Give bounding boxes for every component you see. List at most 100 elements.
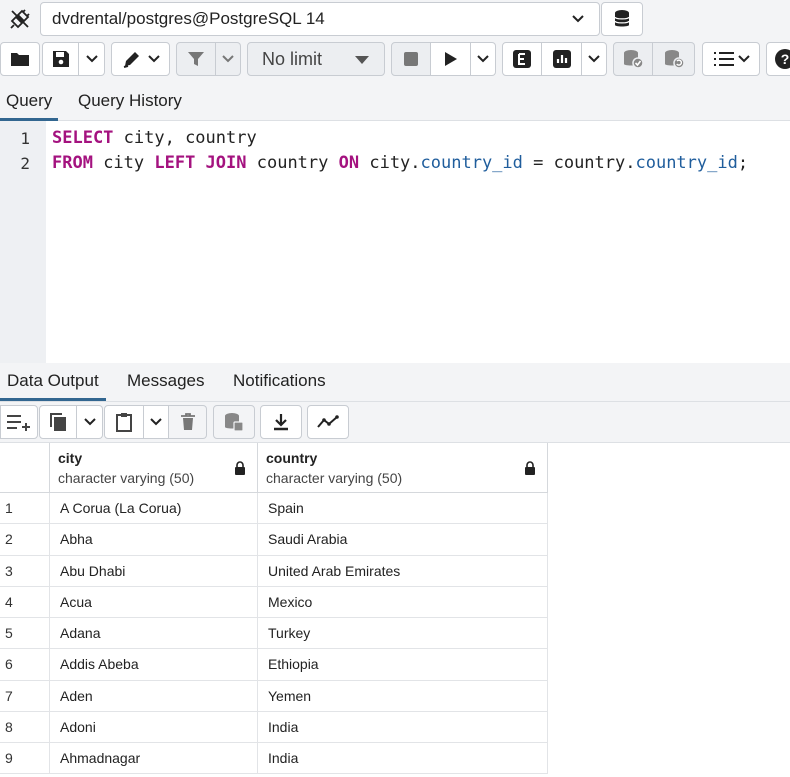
cell-city[interactable]: A Corua (La Corua) <box>50 493 258 524</box>
rollback-button[interactable] <box>653 42 695 76</box>
save-data-button[interactable] <box>213 405 255 439</box>
sql-editor[interactable]: 1 2 SELECT city, country FROM city LEFT … <box>0 121 790 363</box>
table-row[interactable]: 3 Abu Dhabi United Arab Emirates <box>0 555 548 587</box>
folder-icon <box>11 53 29 66</box>
explain-button[interactable] <box>502 42 542 76</box>
cell-country[interactable]: Saudi Arabia <box>258 524 548 555</box>
grid-header: city character varying (50) country char… <box>0 443 548 493</box>
row-number[interactable]: 6 <box>0 649 50 680</box>
copy-button[interactable] <box>39 405 77 439</box>
cell-city[interactable]: Adoni <box>50 711 258 742</box>
table-row[interactable]: 1 A Corua (La Corua) Spain <box>0 493 548 525</box>
explain-analyze-button[interactable] <box>542 42 582 76</box>
cell-country[interactable]: India <box>258 711 548 742</box>
filter-button[interactable] <box>176 42 216 76</box>
graph-visualiser-button[interactable] <box>307 405 349 439</box>
code-text: city, country <box>113 128 257 148</box>
code-text: ; <box>737 153 749 173</box>
cell-city[interactable]: Abu Dhabi <box>50 555 258 586</box>
column-header-country[interactable]: country character varying (50) <box>258 443 548 493</box>
explain-icon <box>513 50 531 68</box>
paste-button[interactable] <box>104 405 144 439</box>
code-text: country <box>246 153 339 173</box>
row-limit-select[interactable]: No limit <box>247 42 385 76</box>
cell-city[interactable]: Addis Abeba <box>50 649 258 680</box>
macros-button[interactable] <box>702 42 760 76</box>
execute-button[interactable] <box>431 42 471 76</box>
tab-messages[interactable]: Messages <box>121 363 210 401</box>
row-number[interactable]: 9 <box>0 743 50 774</box>
chevron-down-icon <box>588 55 600 63</box>
query-tabs: Query Query History <box>0 83 790 121</box>
save-dropdown-button[interactable] <box>79 42 105 76</box>
chevron-down-icon <box>83 418 96 426</box>
tab-notifications[interactable]: Notifications <box>227 363 332 401</box>
cell-country[interactable]: India <box>258 743 548 774</box>
cell-country[interactable]: United Arab Emirates <box>258 555 548 586</box>
copy-dropdown-button[interactable] <box>77 405 103 439</box>
line-graph-icon <box>317 415 339 428</box>
row-number[interactable]: 7 <box>0 680 50 711</box>
download-button[interactable] <box>260 405 302 439</box>
row-number[interactable]: 5 <box>0 618 50 649</box>
lock-icon <box>235 461 245 475</box>
paste-dropdown-button[interactable] <box>144 405 169 439</box>
column-type: character varying (50) <box>266 470 403 486</box>
row-number[interactable]: 1 <box>0 493 50 524</box>
column-header-city[interactable]: city character varying (50) <box>50 443 258 493</box>
disconnect-plug-icon[interactable] <box>4 4 36 34</box>
row-number[interactable]: 3 <box>0 555 50 586</box>
filter-dropdown-button[interactable] <box>216 42 241 76</box>
row-number-header[interactable] <box>0 443 50 493</box>
database-undo-icon <box>664 50 685 69</box>
table-row[interactable]: 7 Aden Yemen <box>0 680 548 712</box>
database-check-icon <box>624 50 644 69</box>
stop-icon <box>404 52 418 66</box>
query-toolbar: No limit ? <box>0 38 790 83</box>
database-icon[interactable] <box>601 2 643 36</box>
table-row[interactable]: 9 Ahmadnagar India <box>0 743 548 775</box>
commit-button[interactable] <box>613 42 653 76</box>
download-icon <box>274 414 288 431</box>
chevron-down-icon <box>147 55 160 63</box>
table-row[interactable]: 5 Adana Turkey <box>0 618 548 650</box>
bar-chart-icon <box>552 50 571 68</box>
cell-country[interactable]: Ethiopia <box>258 649 548 680</box>
cell-city[interactable]: Adana <box>50 618 258 649</box>
tab-query[interactable]: Query <box>0 83 59 121</box>
cell-city[interactable]: Abha <box>50 524 258 555</box>
explain-dropdown-button[interactable] <box>582 42 607 76</box>
cell-city[interactable]: Acua <box>50 586 258 617</box>
cell-country[interactable]: Spain <box>258 493 548 524</box>
tab-query-history[interactable]: Query History <box>72 83 188 121</box>
chevron-down-icon <box>737 55 750 63</box>
chevron-down-icon <box>477 55 489 63</box>
open-file-button[interactable] <box>0 42 40 76</box>
delete-button[interactable] <box>169 405 207 439</box>
cell-country[interactable]: Turkey <box>258 618 548 649</box>
connection-select[interactable]: dvdrental/postgres@PostgreSQL 14 <box>40 2 600 36</box>
cell-country[interactable]: Yemen <box>258 680 548 711</box>
cell-city[interactable]: Aden <box>50 680 258 711</box>
execute-dropdown-button[interactable] <box>471 42 496 76</box>
tab-data-output[interactable]: Data Output <box>0 363 106 401</box>
row-number[interactable]: 2 <box>0 524 50 555</box>
stop-button[interactable] <box>391 42 431 76</box>
code-property: country_id <box>635 153 738 173</box>
row-number[interactable]: 4 <box>0 586 50 617</box>
sql-keyword: SELECT <box>52 128 114 148</box>
cell-city[interactable]: Ahmadnagar <box>50 743 258 774</box>
row-number[interactable]: 8 <box>0 711 50 742</box>
column-name: city <box>58 450 83 466</box>
code-text: city <box>92 153 155 173</box>
filter-icon <box>188 52 204 66</box>
add-row-button[interactable] <box>0 405 38 439</box>
cell-country[interactable]: Mexico <box>258 586 548 617</box>
table-row[interactable]: 2 Abha Saudi Arabia <box>0 524 548 556</box>
save-button[interactable] <box>42 42 79 76</box>
table-row[interactable]: 8 Adoni India <box>0 711 548 743</box>
table-row[interactable]: 6 Addis Abeba Ethiopia <box>0 649 548 681</box>
edit-button[interactable] <box>111 42 170 76</box>
table-row[interactable]: 4 Acua Mexico <box>0 586 548 618</box>
help-button[interactable]: ? <box>766 42 790 76</box>
